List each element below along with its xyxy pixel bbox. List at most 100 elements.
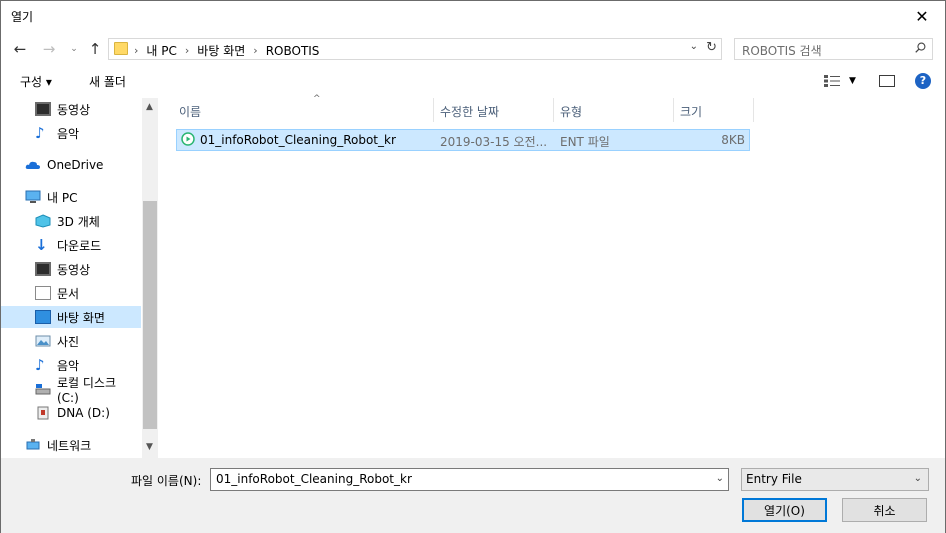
nav-item-label: 로컬 디스크 (C:) — [57, 375, 117, 405]
nav-item-label: 3D 개체 — [57, 214, 100, 229]
scroll-up-icon[interactable]: ▲ — [146, 102, 153, 112]
nav-item-label: 사진 — [57, 334, 80, 349]
nav-scrollbar[interactable]: ▲ ▼ — [142, 98, 158, 458]
computer-icon — [25, 190, 41, 203]
breadcrumb-item[interactable]: ROBOTIS — [266, 44, 320, 58]
file-name: 01_infoRobot_Cleaning_Robot_kr — [200, 133, 396, 147]
sort-ascending-icon: ^ — [313, 94, 321, 104]
open-file-dialog: 열기 ✕ ← → ⌄ ↑ › 내 PC › 바탕 화면 › ROBOTIS ⌄ … — [0, 0, 946, 533]
bottom-panel: 파일 이름(N): 01_infoRobot_Cleaning_Robot_kr… — [1, 458, 945, 533]
pictures-icon — [35, 335, 51, 347]
filename-label: 파일 이름(N): — [131, 474, 202, 488]
view-dropdown-icon[interactable]: ▼ — [849, 76, 856, 86]
new-folder-button[interactable]: 새 폴더 — [89, 73, 126, 90]
recent-locations-chevron-icon[interactable]: ⌄ — [64, 39, 84, 59]
nav-item-label: 바탕 화면 — [57, 310, 105, 325]
nav-item-label: 다운로드 — [57, 238, 102, 253]
column-header-modified[interactable]: 수정한 날짜 — [434, 98, 554, 122]
back-arrow-icon[interactable]: ← — [10, 39, 30, 59]
video-icon — [35, 102, 51, 116]
filename-input[interactable]: 01_infoRobot_Cleaning_Robot_kr ⌄ — [210, 468, 729, 491]
nav-item-music[interactable]: ♪ 음악 — [1, 122, 141, 144]
nav-item-label: 동영상 — [57, 262, 91, 277]
filename-dropdown-icon[interactable]: ⌄ — [716, 473, 724, 484]
3d-objects-icon — [35, 214, 51, 228]
breadcrumb-separator-icon: › — [253, 44, 258, 57]
navigation-pane: 동영상 ♪ 음악 OneDrive 내 PC 3D 개체 ↓ 다운로드 동영상 … — [1, 98, 159, 458]
open-button-label: 열기(O) — [764, 503, 805, 518]
search-input[interactable]: ROBOTIS 검색 — [734, 38, 933, 60]
scroll-down-icon[interactable]: ▼ — [146, 442, 153, 452]
breadcrumb: › 내 PC › 바탕 화면 › ROBOTIS — [134, 42, 319, 59]
cloud-icon — [25, 161, 40, 169]
folder-icon — [114, 42, 128, 55]
nav-item-onedrive[interactable]: OneDrive — [1, 154, 141, 176]
view-options-icon[interactable] — [824, 75, 840, 87]
column-header-name[interactable]: ^ 이름 — [173, 94, 434, 122]
file-modified: 2019-03-15 오전... — [440, 135, 548, 149]
nav-item-label: 네트워크 — [47, 438, 92, 453]
file-type: ENT 파일 — [560, 135, 610, 149]
organize-menu[interactable]: 구성 ▾ — [20, 73, 52, 90]
scroll-thumb[interactable] — [143, 201, 157, 429]
file-size: 8KB — [721, 133, 745, 147]
music-icon: ♪ — [35, 356, 45, 374]
nav-item-downloads[interactable]: ↓ 다운로드 — [1, 234, 141, 256]
nav-item-label: 음악 — [57, 358, 80, 373]
network-icon — [26, 439, 40, 450]
entry-file-icon — [181, 132, 195, 146]
refresh-icon[interactable]: ↻ — [706, 40, 717, 55]
desktop-icon — [35, 310, 51, 324]
breadcrumb-item[interactable]: 바탕 화면 — [197, 42, 245, 59]
column-header-label: 유형 — [560, 105, 583, 119]
nav-item-label: OneDrive — [47, 158, 104, 172]
nav-item-documents[interactable]: 문서 — [1, 282, 141, 304]
address-dropdown-icon[interactable]: ⌄ — [690, 41, 698, 52]
column-header-label: 수정한 날짜 — [440, 105, 500, 119]
search-icon — [915, 42, 926, 53]
download-icon: ↓ — [35, 236, 48, 254]
nav-item-3d-objects[interactable]: 3D 개체 — [1, 210, 141, 232]
nav-item-local-disk[interactable]: 로컬 디스크 (C:) — [1, 376, 141, 405]
up-arrow-icon[interactable]: ↑ — [85, 39, 105, 59]
nav-item-pictures[interactable]: 사진 — [1, 330, 141, 352]
command-bar: 구성 ▾ 새 폴더 ▼ ? — [1, 65, 945, 97]
preview-pane-icon[interactable] — [879, 75, 895, 87]
search-placeholder: ROBOTIS 검색 — [742, 44, 822, 58]
breadcrumb-separator-icon: › — [134, 44, 139, 57]
breadcrumb-item[interactable]: 내 PC — [146, 42, 176, 59]
table-row[interactable]: 01_infoRobot_Cleaning_Robot_kr 2019-03-1… — [176, 129, 750, 151]
filename-value: 01_infoRobot_Cleaning_Robot_kr — [216, 472, 412, 486]
cancel-button[interactable]: 취소 — [842, 498, 927, 522]
forward-arrow-icon[interactable]: → — [39, 39, 59, 59]
nav-item-desktop[interactable]: 바탕 화면 — [1, 306, 141, 328]
nav-item-videos[interactable]: 동영상 — [1, 258, 141, 280]
filetype-value: Entry File — [746, 472, 802, 486]
column-header-type[interactable]: 유형 — [554, 98, 674, 122]
nav-item-videos[interactable]: 동영상 — [1, 98, 141, 120]
column-header-label: 크기 — [680, 105, 703, 119]
filetype-dropdown-icon: ⌄ — [913, 473, 922, 484]
column-header-label: 이름 — [179, 105, 202, 119]
nav-item-network[interactable]: 네트워크 — [1, 434, 141, 456]
nav-item-dna-drive[interactable]: DNA (D:) — [1, 402, 141, 424]
nav-item-label: 음악 — [57, 126, 80, 141]
address-bar[interactable]: › 내 PC › 바탕 화면 › ROBOTIS ⌄ ↻ — [108, 38, 722, 60]
video-icon — [35, 262, 51, 276]
dialog-title: 열기 — [11, 10, 34, 24]
nav-item-label: DNA (D:) — [57, 406, 110, 420]
usb-drive-icon — [37, 406, 49, 420]
file-list: ^ 이름 수정한 날짜 유형 크기 01_infoRobot_Cleaning_… — [159, 94, 945, 458]
nav-item-this-pc[interactable]: 내 PC — [1, 186, 141, 208]
title-bar: 열기 ✕ — [1, 1, 945, 31]
help-icon[interactable]: ? — [915, 73, 931, 89]
nav-item-label: 문서 — [57, 286, 80, 301]
filetype-select[interactable]: Entry File ⌄ — [741, 468, 929, 491]
open-button[interactable]: 열기(O) — [742, 498, 827, 522]
breadcrumb-separator-icon: › — [184, 44, 190, 57]
document-icon — [35, 286, 51, 300]
column-header-size[interactable]: 크기 — [674, 98, 754, 122]
close-button[interactable]: ✕ — [899, 1, 945, 31]
cancel-button-label: 취소 — [873, 503, 896, 518]
disk-icon — [35, 384, 51, 395]
